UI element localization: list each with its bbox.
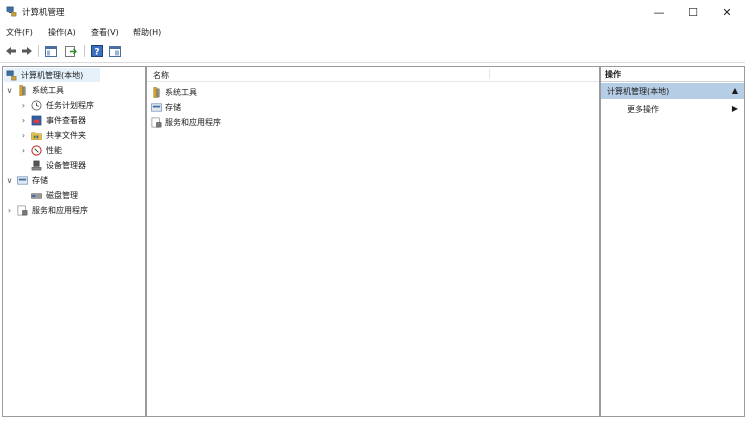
maximize-button[interactable]: ☐ bbox=[676, 0, 710, 24]
more-actions-link[interactable]: 更多操作 bbox=[627, 104, 659, 115]
clock-icon bbox=[31, 100, 42, 110]
tree-item-label: 设备管理器 bbox=[46, 160, 86, 170]
export-list-icon[interactable] bbox=[64, 44, 78, 58]
actions-pane: 操作 计算机管理(本地) ▲ 更多操作 ▶ bbox=[600, 66, 745, 417]
tree-item-label: 计算机管理(本地) bbox=[21, 70, 84, 80]
window-title: 计算机管理 bbox=[22, 8, 65, 18]
menu-help[interactable]: 帮助(H) bbox=[133, 27, 161, 38]
tree-item-label: 服务和应用程序 bbox=[32, 205, 88, 215]
storage-icon bbox=[151, 103, 162, 111]
performance-icon bbox=[31, 144, 42, 156]
back-arrow-icon[interactable] bbox=[4, 44, 18, 58]
list-item-storage[interactable]: 存储 bbox=[151, 100, 181, 114]
chevron-right-icon[interactable]: › bbox=[19, 116, 28, 125]
list-column-header[interactable]: 名称 bbox=[147, 67, 599, 82]
list-item-label: 服务和应用程序 bbox=[165, 117, 221, 127]
system-tools-icon bbox=[153, 86, 160, 98]
event-viewer-icon bbox=[31, 115, 42, 125]
svg-text:?: ? bbox=[94, 48, 99, 58]
chevron-right-icon[interactable]: › bbox=[5, 206, 14, 215]
actions-section-label: 计算机管理(本地) bbox=[607, 87, 670, 96]
tree-item-label: 磁盘管理 bbox=[46, 190, 78, 200]
column-name-header[interactable]: 名称 bbox=[153, 70, 169, 81]
minimize-button[interactable]: — bbox=[642, 0, 676, 24]
menu-action[interactable]: 操作(A) bbox=[48, 27, 76, 38]
toolbar: ? bbox=[0, 40, 745, 63]
properties-icon[interactable] bbox=[108, 44, 122, 58]
chevron-down-icon[interactable]: ∨ bbox=[5, 176, 14, 185]
actions-section-computer-management[interactable]: 计算机管理(本地) ▲ bbox=[601, 83, 744, 99]
chevron-right-icon[interactable]: › bbox=[19, 131, 28, 140]
menu-view[interactable]: 查看(V) bbox=[91, 27, 119, 38]
list-item-label: 存储 bbox=[165, 102, 181, 112]
services-icon bbox=[151, 117, 162, 127]
tree-item-device-manager[interactable]: 设备管理器 bbox=[28, 158, 86, 172]
tree-item-services-apps[interactable]: › 服务和应用程序 bbox=[5, 203, 88, 217]
title-bar[interactable]: 计算机管理 — ☐ ✕ bbox=[0, 0, 745, 24]
tree-item-performance[interactable]: › 性能 bbox=[19, 143, 62, 157]
toolbar-separator bbox=[38, 45, 39, 57]
tree-item-task-scheduler[interactable]: › 任务计划程序 bbox=[19, 98, 94, 112]
toolbar-separator bbox=[84, 45, 85, 57]
collapse-triangle-icon[interactable]: ▲ bbox=[732, 86, 738, 95]
tree-item-shared-folders[interactable]: › 共享文件夹 bbox=[19, 128, 86, 142]
tree-item-label: 任务计划程序 bbox=[46, 100, 94, 110]
tree-item-label: 事件查看器 bbox=[46, 115, 86, 125]
tree-item-storage[interactable]: ∨ 存储 bbox=[5, 173, 48, 187]
computer-management-icon bbox=[6, 70, 17, 80]
services-icon bbox=[17, 205, 28, 215]
system-tools-icon bbox=[19, 84, 26, 96]
content-list[interactable]: 名称 系统工具 存储 服务和应用程序 bbox=[146, 66, 600, 417]
list-item-services-apps[interactable]: 服务和应用程序 bbox=[151, 115, 221, 129]
forward-arrow-icon[interactable] bbox=[20, 44, 34, 58]
menu-file[interactable]: 文件(F) bbox=[6, 27, 33, 38]
help-icon[interactable]: ? bbox=[90, 44, 104, 58]
disk-icon bbox=[31, 192, 42, 198]
show-hide-tree-icon[interactable] bbox=[44, 44, 58, 58]
actions-header: 操作 bbox=[601, 67, 744, 82]
chevron-right-icon[interactable]: › bbox=[19, 101, 28, 110]
close-button[interactable]: ✕ bbox=[710, 0, 744, 24]
tree-item-label: 存储 bbox=[32, 175, 48, 185]
list-item-system-tools[interactable]: 系统工具 bbox=[151, 85, 197, 99]
submenu-arrow-icon[interactable]: ▶ bbox=[732, 104, 738, 113]
tree-item-disk-management[interactable]: 磁盘管理 bbox=[28, 188, 78, 202]
device-manager-icon bbox=[31, 160, 42, 170]
tree-item-event-viewer[interactable]: › 事件查看器 bbox=[19, 113, 86, 127]
tree-item-computer-management[interactable]: 计算机管理(本地) bbox=[4, 68, 100, 82]
actions-header-label: 操作 bbox=[605, 70, 621, 79]
chevron-right-icon[interactable]: › bbox=[19, 146, 28, 155]
tree-item-label: 性能 bbox=[46, 145, 62, 155]
list-item-label: 系统工具 bbox=[165, 87, 197, 97]
column-separator[interactable] bbox=[489, 69, 490, 79]
shared-folder-icon bbox=[31, 132, 42, 140]
tree-item-label: 共享文件夹 bbox=[46, 130, 86, 140]
menu-bar: 文件(F) 操作(A) 查看(V) 帮助(H) bbox=[0, 24, 745, 40]
computer-management-icon bbox=[6, 6, 17, 17]
storage-icon bbox=[17, 176, 28, 184]
chevron-down-icon[interactable]: ∨ bbox=[5, 86, 14, 95]
navigation-tree[interactable]: 计算机管理(本地) ∨ 系统工具 › 任务计划程序 › 事件查看器 › 共享文件… bbox=[2, 66, 146, 417]
tree-item-label: 系统工具 bbox=[32, 85, 64, 95]
tree-item-system-tools[interactable]: ∨ 系统工具 bbox=[5, 83, 64, 97]
